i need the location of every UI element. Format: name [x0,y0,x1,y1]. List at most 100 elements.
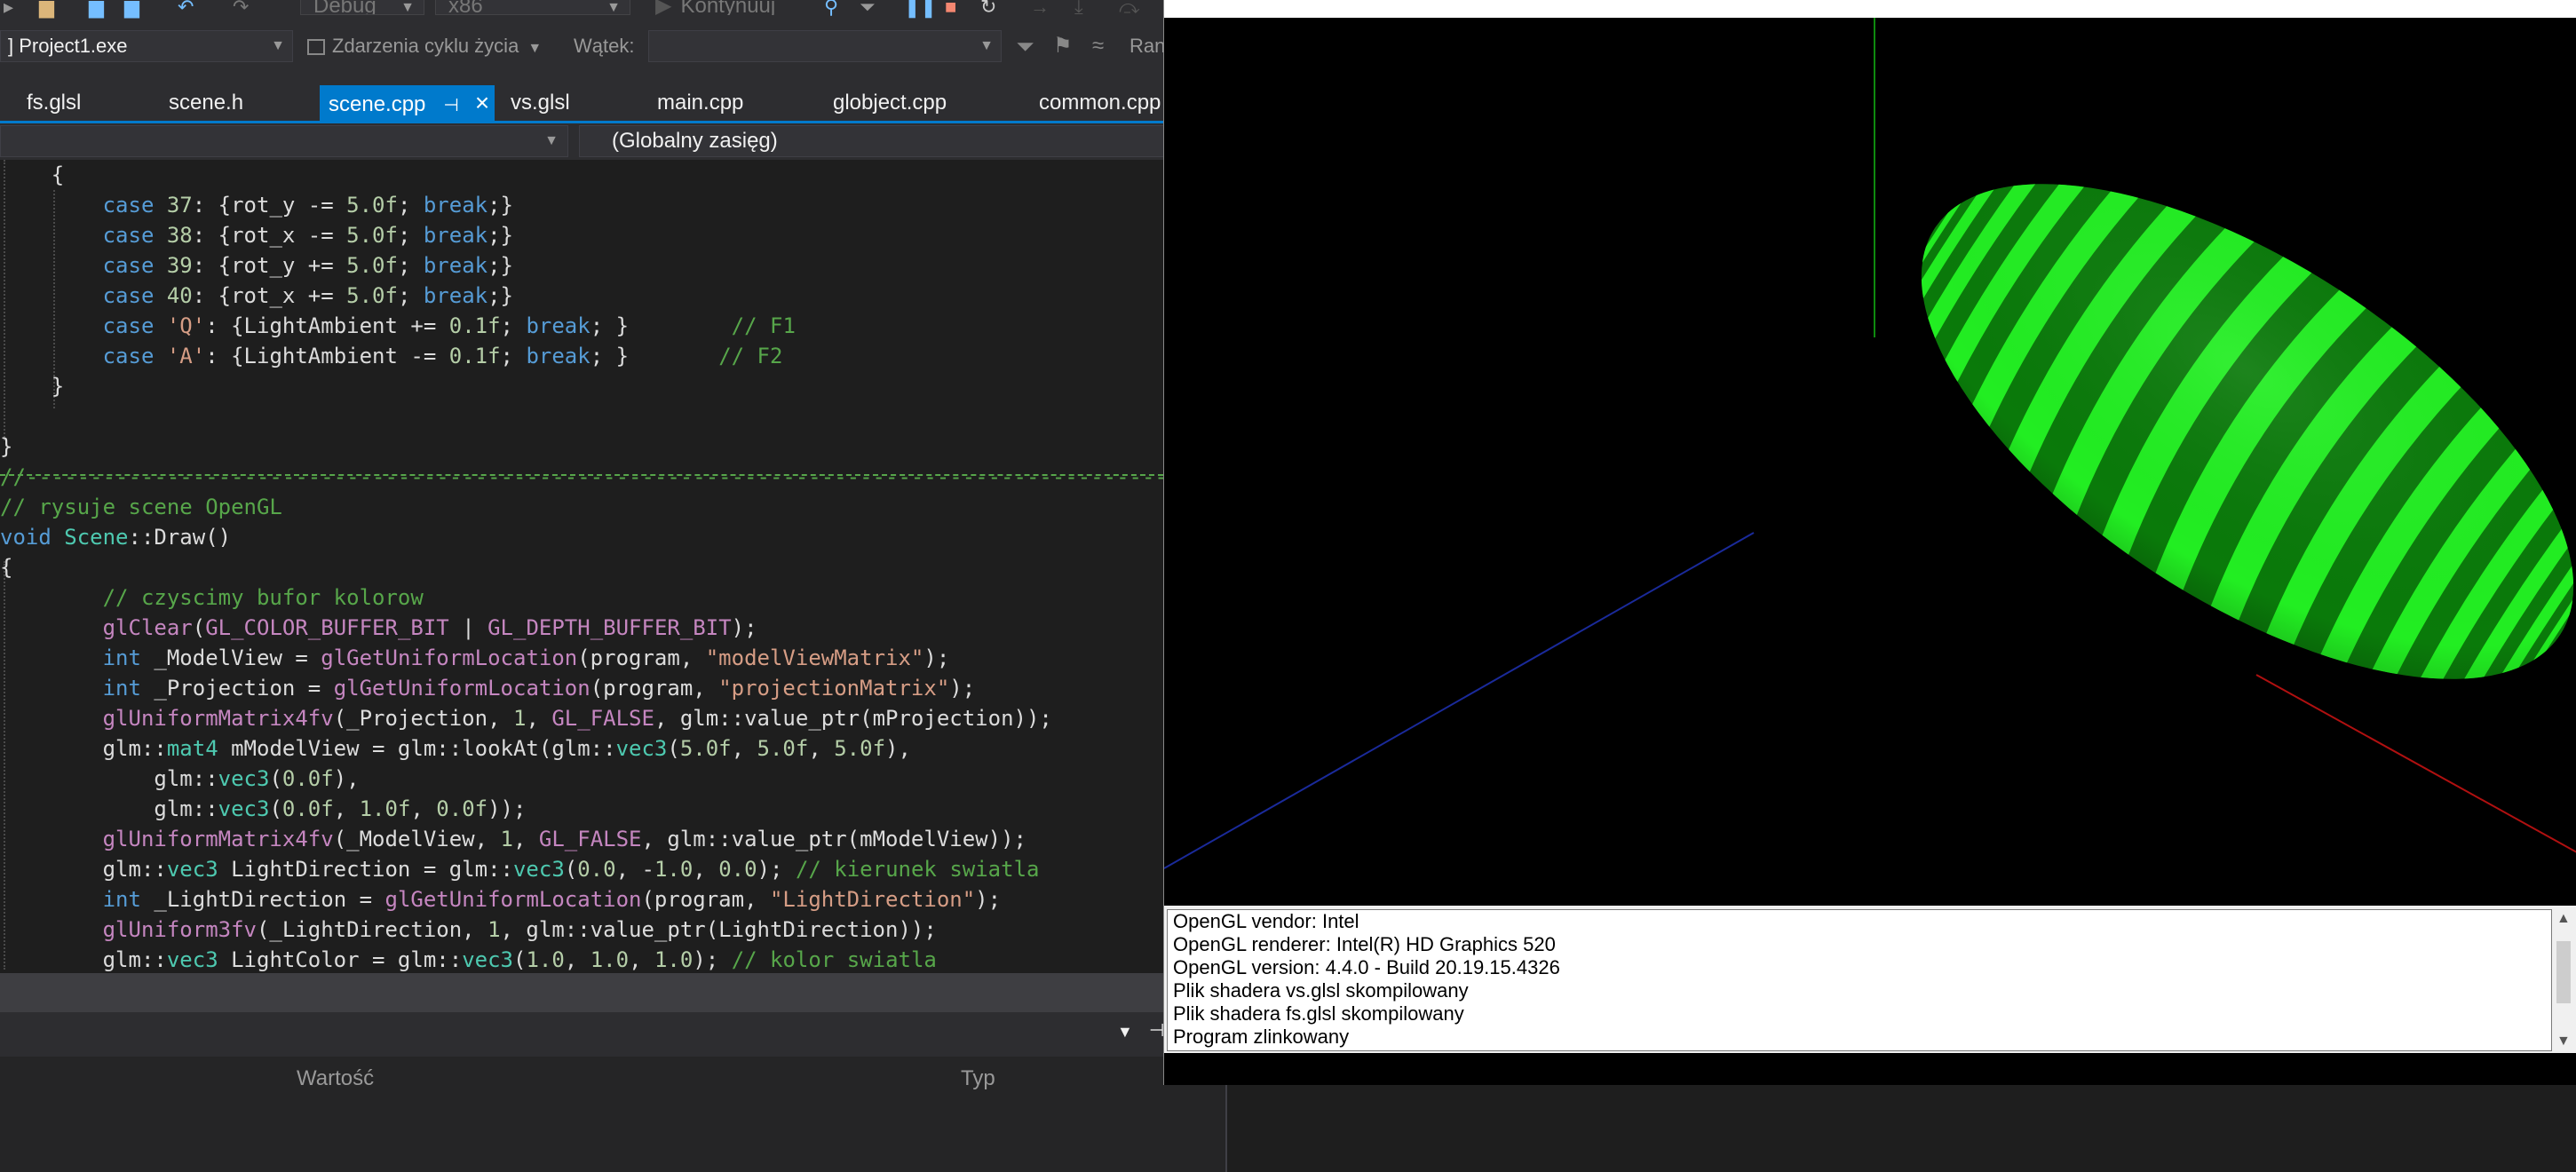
open-folder-icon[interactable]: ▆ [39,0,54,17]
code-line[interactable]: glm::vec3(0.0f, 1.0f, 0.0f)); [0,794,1163,824]
code-line[interactable]: } [0,371,1163,401]
tab-scene-cpp[interactable]: scene.cpp ⊣ × [320,85,495,121]
code-line[interactable]: { [0,160,1163,190]
code-line[interactable]: glClear(GL_COLOR_BUFFER_BIT | GL_DEPTH_B… [0,613,1163,643]
tab-label: main.cpp [657,91,744,115]
debug-location-toolbar: ] Project1.exe ▼ Zdarzenia cyklu życia ▼ W… [0,28,1163,66]
tab-label: vs.glsl [511,91,570,115]
code-line[interactable]: case 39: {rot_y += 5.0f; break;} [0,250,1163,281]
code-line[interactable]: // rysuje scene OpenGL [0,492,1163,522]
code-line[interactable]: glm::vec3 LightDirection = glm::vec3(0.0… [0,854,1163,884]
code-editor[interactable]: { case 37: {rot_y -= 5.0f; break;} case … [0,160,1163,973]
chevron-down-icon: ▼ [606,0,621,15]
code-line[interactable]: case 37: {rot_y -= 5.0f; break;} [0,190,1163,220]
step-into-icon[interactable]: ⤓ [1074,0,1083,17]
continue-button[interactable]: ▶ Kontynuuj [643,0,812,15]
code-line[interactable]: case 38: {rot_x -= 5.0f; break;} [0,220,1163,250]
chevron-down-icon: ▼ [400,0,415,15]
opengl-viewport[interactable] [1163,18,2576,906]
save-icon[interactable]: ▆ [89,0,104,17]
tab-label: globject.cpp [833,91,947,115]
step-over-icon[interactable]: ⤼ [1119,0,1140,17]
tab-label: common.cpp [1039,91,1161,115]
log-line: Plik shadera vs.glsl skompilowany [1173,979,1469,1002]
log-line: OpenGL version: 4.4.0 - Build 20.19.15.4… [1173,956,1560,978]
code-line[interactable]: void Scene::Draw() [0,522,1163,552]
play-icon: ▶ [655,0,672,15]
tab-label: fs.glsl [27,91,82,115]
log-line: Program zlinkowany [1173,1026,1350,1048]
close-icon[interactable]: × [475,85,489,121]
pause-icon[interactable]: ❚❚ [904,0,937,17]
code-text[interactable]: { case 37: {rot_y -= 5.0f; break;} case … [0,160,1163,973]
tab-vs-glsl[interactable]: vs.glsl [511,85,570,121]
tab-globject-cpp[interactable]: globject.cpp [833,85,947,121]
flag-threads-icon[interactable]: ⚑ [1053,30,1073,62]
filter-threads-icon[interactable]: ⏷ [1016,30,1034,62]
process-value: ] Project1.exe [8,35,128,57]
pin-icon[interactable]: ⊣ [443,88,458,123]
code-line[interactable]: glUniformMatrix4fv(_Projection, 1, GL_FA… [0,703,1163,733]
chevron-down-icon: ▼ [544,133,559,148]
chevron-down-icon: ▼ [271,38,285,53]
toolbar-arrow-icon[interactable]: ▸ [4,0,13,17]
scroll-down-icon[interactable]: ▼ [2556,1033,2571,1049]
code-line[interactable] [0,401,1163,432]
code-line[interactable]: int _ModelView = glGetUniformLocation(pr… [0,643,1163,673]
green-striped-ellipsoid [1843,86,2576,776]
undo-icon[interactable]: ↶ [178,0,194,17]
code-line[interactable]: glUniform3fv(_LightDirection, 1, glm::va… [0,915,1163,945]
show-next-statement-icon[interactable]: → [1030,0,1050,17]
x-axis-line [2255,674,2576,853]
lifecycle-events-button[interactable]: Zdarzenia cyklu życia ▼ [307,30,542,65]
process-select[interactable]: ] Project1.exe ▼ [0,30,293,62]
tab-common-cpp[interactable]: common.cpp [1039,85,1161,121]
opengl-window[interactable]: OpenGL vendor: Intel OpenGL renderer: In… [1163,0,2576,1085]
code-line[interactable]: case 40: {rot_x += 5.0f; break;} [0,281,1163,311]
platform-value: x86 [448,0,483,15]
pin-icon[interactable]: ⊣ [1149,1019,1163,1041]
code-line[interactable]: glm::vec3 LightColor = glm::vec3(1.0, 1.… [0,945,1163,973]
code-line[interactable]: glUniformMatrix4fv(_ModelView, 1, GL_FAL… [0,824,1163,854]
filter-icon[interactable]: ⏷ [860,0,876,17]
tab-fs-glsl[interactable]: fs.glsl [27,85,81,121]
code-line[interactable]: case 'A': {LightAmbient -= 0.1f; break; … [0,341,1163,371]
tab-label: scene.h [169,91,244,115]
find-icon[interactable]: ⚲ [824,0,838,17]
code-line[interactable]: case 'Q': {LightAmbient += 0.1f; break; … [0,311,1163,341]
configuration-select[interactable]: Debug ▼ [300,0,424,15]
column-header-value[interactable]: Wartość [297,1057,374,1101]
watch-panel-header: ▼ ⊣ [0,1012,1163,1057]
code-line[interactable]: // czyscimy bufor kolorow [0,582,1163,613]
code-line[interactable]: int _LightDirection = glGetUniformLocati… [0,884,1163,915]
project-scope-select[interactable]: ▼ [0,125,568,157]
platform-select[interactable]: x86 ▼ [435,0,630,15]
log-vertical-scrollbar[interactable]: ▲ ▼ [2553,909,2574,1051]
member-scope-select[interactable]: (Globalny zasięg) [579,125,1163,157]
tab-scene-h[interactable]: scene.h [169,85,243,121]
restart-icon[interactable]: ↻ [980,0,996,17]
column-header-type[interactable]: Typ [961,1057,995,1101]
code-line[interactable]: glm::vec3(0.0f), [0,764,1163,794]
show-threads-icon[interactable]: ≈ [1092,30,1104,62]
code-line[interactable]: int _Projection = glGetUniformLocation(p… [0,673,1163,703]
ide-panel-area [1227,1083,2576,1172]
save-all-icon[interactable]: ▆ [124,0,139,17]
chevron-down-icon[interactable]: ▼ [1117,1023,1133,1041]
scroll-up-icon[interactable]: ▲ [2556,911,2571,927]
editor-horizontal-scrollbar[interactable] [0,973,1163,1012]
watch-grid-body[interactable] [0,1101,1163,1172]
scrollbar-thumb[interactable] [2556,941,2571,1003]
ide-panel-column [1163,1083,1227,1172]
window-title-bar[interactable] [1164,0,2576,18]
thread-select[interactable]: ▼ [648,30,1002,62]
visual-studio-ide: ▸ ▆ ▆ ▆ ↶ ↷ Debug ▼ x86 ▼ ▶ Kontynuuj ⚲ ⏷ ❚… [0,0,1163,1172]
redo-icon[interactable]: ↷ [233,0,249,17]
stop-icon[interactable]: ■ [945,0,956,17]
tab-main-cpp[interactable]: main.cpp [657,85,743,121]
code-line[interactable]: //--------------------------------------… [0,462,1163,492]
code-line[interactable]: glm::mat4 mModelView = glm::lookAt(glm::… [0,733,1163,764]
code-line[interactable]: { [0,552,1163,582]
console-log-list[interactable]: OpenGL vendor: Intel OpenGL renderer: In… [1167,909,2552,1051]
code-line[interactable]: } [0,432,1163,462]
